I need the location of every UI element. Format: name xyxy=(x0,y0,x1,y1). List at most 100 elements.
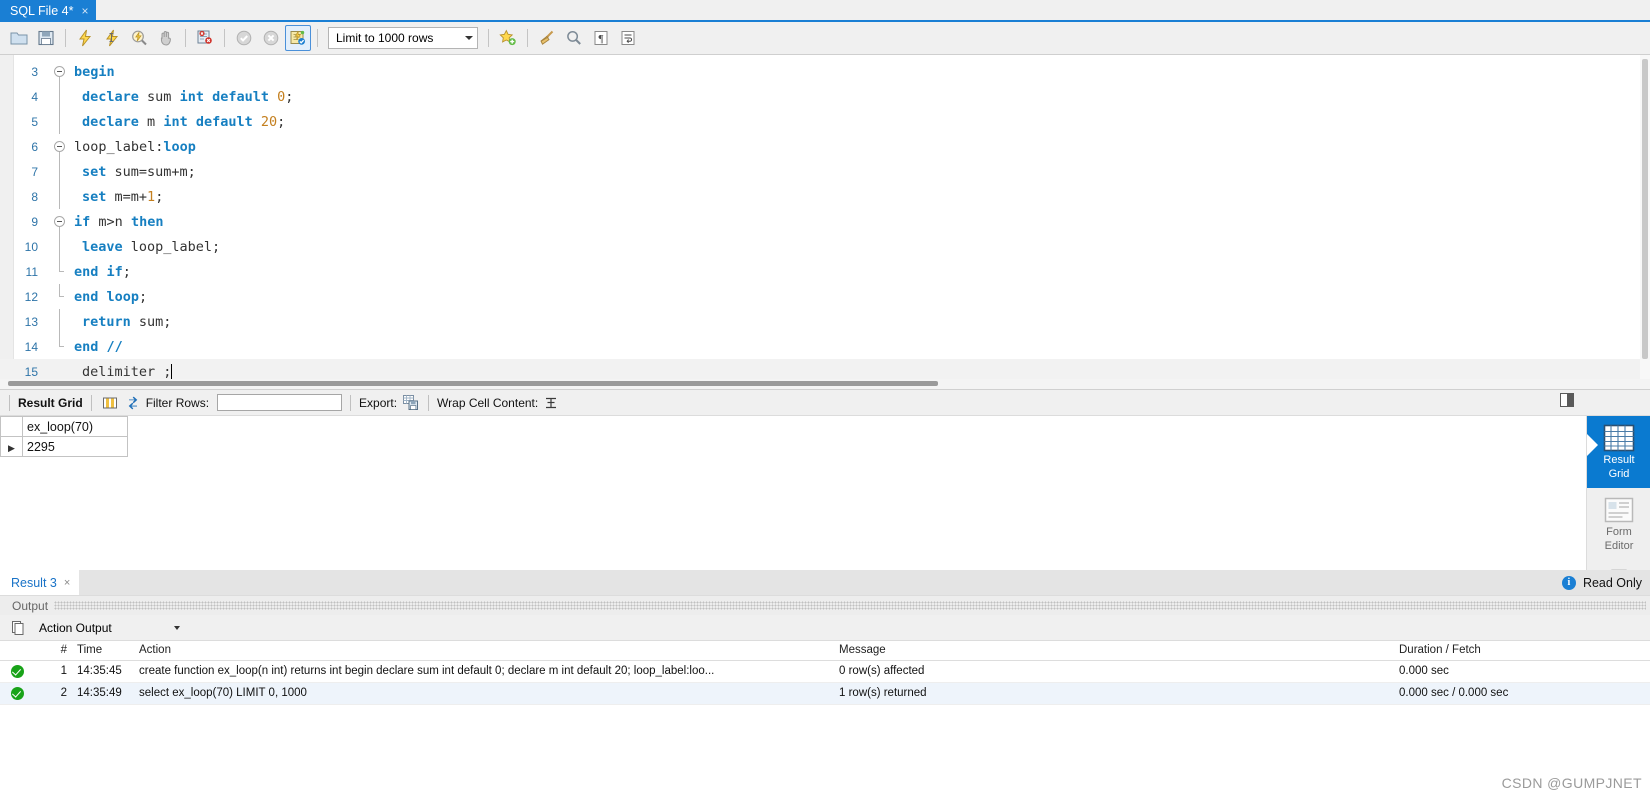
hand-stop-icon xyxy=(160,31,171,46)
column-header-ex-loop[interactable]: ex_loop(70) xyxy=(22,416,128,437)
commit-transaction-button[interactable] xyxy=(231,25,257,51)
wrap-text-icon xyxy=(621,31,635,45)
fold-collapse-icon[interactable] xyxy=(53,216,65,227)
editor-horizontal-scrollbar[interactable] xyxy=(0,379,1650,389)
result-grid-toolbar: Result Grid Filter Rows: Export: Wrap Ce… xyxy=(0,390,1650,416)
row-number-cell: 1 xyxy=(34,660,72,683)
code-line[interactable]: 13 return sum; xyxy=(0,309,1650,334)
toolbar-separator xyxy=(350,394,352,411)
code-lines-container: 3 begin 4 declare sum int default 0; 5 declar… xyxy=(0,55,1650,384)
fold-marker[interactable] xyxy=(46,209,72,234)
wrap-cell-content-button[interactable] xyxy=(541,393,561,413)
code-line[interactable]: 8 set m=m+1; xyxy=(0,184,1650,209)
sql-code-editor[interactable]: 3 begin 4 declare sum int default 0; 5 declar… xyxy=(0,55,1650,390)
wrap-cell-content-label: Wrap Cell Content: xyxy=(437,395,539,410)
line-number: 5 xyxy=(31,114,38,129)
column-header-number: # xyxy=(34,641,72,661)
find-button[interactable] xyxy=(561,25,587,51)
table-row[interactable]: 1 14:35:45 create function ex_loop(n int) … xyxy=(0,660,1650,683)
output-type-select[interactable]: Action Output xyxy=(34,618,184,637)
stop-statement-button[interactable] xyxy=(153,25,179,51)
toolbar-separator xyxy=(185,29,186,47)
save-sql-script-button[interactable] xyxy=(33,25,59,51)
grid-cell[interactable]: 2295 xyxy=(22,436,128,457)
status-cell xyxy=(0,682,34,705)
grid-view-button[interactable] xyxy=(100,393,120,413)
row-number-cell: 2 xyxy=(34,682,72,705)
toolbar-separator xyxy=(317,29,318,47)
code-line[interactable]: 3 begin xyxy=(0,59,1650,84)
code-line[interactable]: 6 loop_label:loop xyxy=(0,134,1650,159)
code-text: end if; xyxy=(74,263,131,280)
close-icon[interactable]: × xyxy=(81,0,88,22)
code-text: if m>n then xyxy=(74,213,164,230)
output-section-header[interactable]: Output xyxy=(0,595,1650,615)
scrollbar-thumb[interactable] xyxy=(1642,59,1648,359)
fold-marker xyxy=(46,159,72,184)
code-line[interactable]: 11 end if; xyxy=(0,259,1650,284)
row-selector[interactable]: ▶ xyxy=(0,436,23,457)
floppy-disk-icon xyxy=(38,30,54,46)
close-icon[interactable]: × xyxy=(64,577,70,589)
line-number: 15 xyxy=(24,364,38,379)
code-text: delimiter ; xyxy=(82,363,173,380)
action-cell: create function ex_loop(n int) returns i… xyxy=(134,660,834,683)
code-line[interactable]: 4 declare sum int default 0; xyxy=(0,84,1650,109)
toggle-invisible-chars-button[interactable]: ¶ xyxy=(588,25,614,51)
table-row[interactable]: ▶ 2295 xyxy=(0,436,128,457)
sql-editor-toolbar: Limit to 1000 rows ¶ xyxy=(0,22,1650,55)
sidebar-item-form-editor[interactable]: Form Editor xyxy=(1587,488,1650,560)
mysql-workbench-window: SQL File 4* × Limit to 1000 rows ¶ 3 beg… xyxy=(0,0,1650,797)
scrollbar-thumb[interactable] xyxy=(8,381,938,386)
autocommit-icon xyxy=(290,30,305,45)
chevron-down-icon xyxy=(174,625,180,630)
line-number: 6 xyxy=(31,139,38,154)
code-line[interactable]: 10 leave loop_label; xyxy=(0,234,1650,259)
fold-collapse-icon[interactable] xyxy=(53,141,65,152)
row-limit-select[interactable]: Limit to 1000 rows xyxy=(328,27,478,49)
tab-result-3[interactable]: Result 3 × xyxy=(0,570,80,595)
table-row[interactable]: 2 14:35:49 select ex_loop(70) LIMIT 0, 100… xyxy=(0,682,1650,705)
editor-vertical-scrollbar[interactable] xyxy=(1640,55,1650,379)
line-number: 13 xyxy=(24,314,38,329)
execute-statement-button[interactable] xyxy=(72,25,98,51)
refresh-button[interactable] xyxy=(123,393,143,413)
code-line[interactable]: 14 end // xyxy=(0,334,1650,359)
export-recordset-button[interactable] xyxy=(400,393,420,413)
row-selector-header xyxy=(0,416,23,437)
broom-icon xyxy=(540,30,554,45)
action-cell: select ex_loop(70) LIMIT 0, 1000 xyxy=(134,682,834,705)
code-line[interactable]: 5 declare m int default 20; xyxy=(0,109,1650,134)
code-text: begin xyxy=(74,63,115,80)
explain-statement-button[interactable] xyxy=(126,25,152,51)
editor-tabbar: SQL File 4* × xyxy=(0,0,1650,22)
tab-sql-file-4[interactable]: SQL File 4* × xyxy=(0,0,97,22)
toggle-stop-on-error-button[interactable] xyxy=(192,25,218,51)
action-output-table: # Time Action Message Duration / Fetch 1… xyxy=(0,641,1650,705)
toggle-side-panel-button[interactable] xyxy=(1560,393,1574,410)
code-line[interactable]: 9 if m>n then xyxy=(0,209,1650,234)
result-grid-body[interactable]: ex_loop(70) ▶ 2295 Result Grid Form Edit… xyxy=(0,393,1650,581)
search-icon xyxy=(567,30,581,45)
open-sql-script-button[interactable] xyxy=(6,25,32,51)
code-line[interactable]: 7 set sum=sum+m; xyxy=(0,159,1650,184)
text-cursor xyxy=(171,363,173,379)
fold-marker[interactable] xyxy=(46,134,72,159)
code-line[interactable]: 12 end loop; xyxy=(0,284,1650,309)
refresh-icon xyxy=(128,396,137,409)
copy-output-icon[interactable] xyxy=(10,620,26,636)
result-grid-rows: ▶ 2295 xyxy=(0,436,128,457)
clear-query-button[interactable] xyxy=(534,25,560,51)
fold-marker xyxy=(46,184,72,209)
execute-current-statement-button[interactable] xyxy=(99,25,125,51)
sidebar-item-result-grid[interactable]: Result Grid xyxy=(1587,416,1650,488)
fold-marker[interactable] xyxy=(46,59,72,84)
fold-collapse-icon[interactable] xyxy=(53,66,65,77)
status-cell xyxy=(0,660,34,683)
toggle-autocommit-button[interactable] xyxy=(285,25,311,51)
filter-rows-input[interactable] xyxy=(217,394,343,411)
rollback-transaction-button[interactable] xyxy=(258,25,284,51)
result-view-switcher: Result Grid Form Editor xyxy=(1586,416,1650,581)
beautify-query-button[interactable] xyxy=(495,25,521,51)
toggle-word-wrap-button[interactable] xyxy=(615,25,641,51)
